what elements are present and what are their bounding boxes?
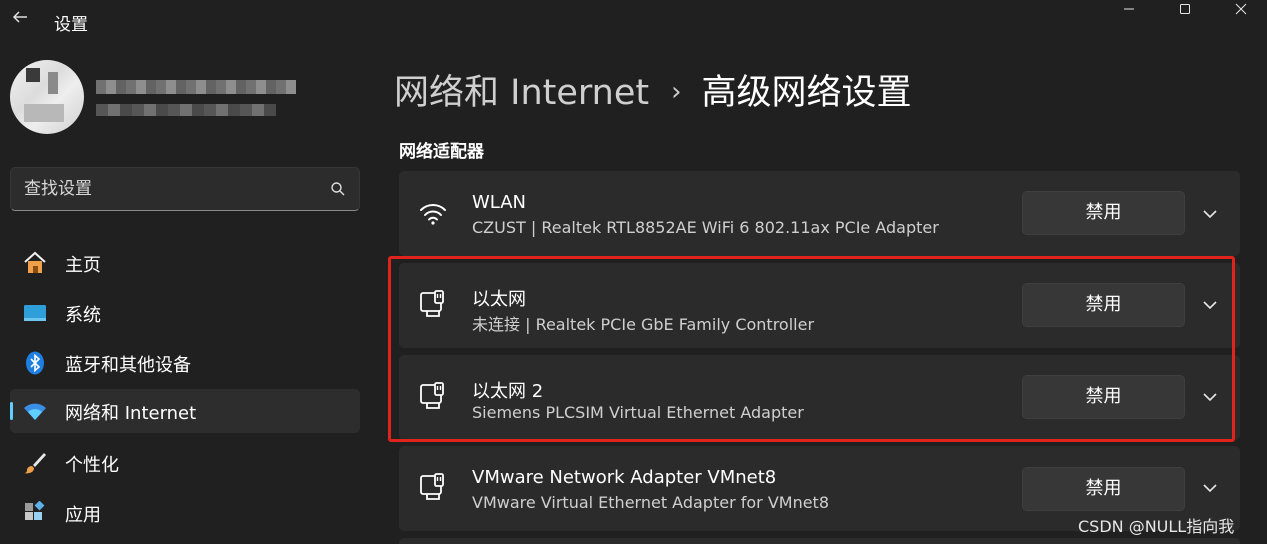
wifi-icon bbox=[24, 403, 46, 420]
sidebar-item-label: 蓝牙和其他设备 bbox=[65, 355, 191, 376]
sidebar-item-bluetooth[interactable]: 蓝牙和其他设备 bbox=[10, 341, 360, 385]
adapter-card-wlan[interactable]: WLAN CZUST | Realtek RTL8852AE WiFi 6 80… bbox=[399, 171, 1240, 256]
apps-icon bbox=[25, 501, 45, 520]
system-display-icon bbox=[24, 305, 46, 321]
breadcrumb: 网络和 Internet › 高级网络设置 bbox=[394, 64, 912, 113]
sidebar-item-system[interactable]: 系统 bbox=[10, 291, 360, 335]
breadcrumb-separator: › bbox=[671, 77, 682, 107]
account-name-redacted bbox=[96, 80, 296, 94]
search-box[interactable] bbox=[10, 167, 360, 211]
disable-button[interactable]: 禁用 bbox=[1022, 467, 1185, 511]
minimize-button[interactable] bbox=[1101, 0, 1157, 20]
sidebar-item-label: 系统 bbox=[65, 305, 101, 326]
breadcrumb-parent[interactable]: 网络和 Internet bbox=[394, 73, 649, 113]
chevron-down-icon[interactable] bbox=[1199, 203, 1221, 225]
adapter-description: VMware Virtual Ethernet Adapter for VMne… bbox=[472, 493, 830, 512]
wifi-icon bbox=[420, 204, 446, 225]
close-icon bbox=[1235, 3, 1247, 15]
chevron-down-icon[interactable] bbox=[1199, 477, 1221, 499]
annotation-highlight-box bbox=[388, 256, 1235, 442]
sidebar-item-apps[interactable]: 应用 bbox=[10, 491, 360, 535]
home-icon bbox=[24, 251, 46, 273]
next-card-edge bbox=[399, 538, 1240, 544]
active-indicator bbox=[10, 402, 13, 420]
sidebar-item-label: 个性化 bbox=[65, 455, 119, 476]
back-button[interactable] bbox=[8, 8, 32, 34]
section-title: 网络适配器 bbox=[399, 142, 484, 162]
title-bar: 设置 bbox=[0, 0, 1267, 44]
search-icon[interactable] bbox=[329, 180, 347, 198]
sidebar-item-home[interactable]: 主页 bbox=[10, 241, 360, 285]
paintbrush-icon bbox=[24, 453, 46, 474]
ethernet-icon bbox=[420, 473, 444, 500]
adapter-name: WLAN bbox=[472, 192, 527, 213]
maximize-icon bbox=[1180, 4, 1190, 14]
adapter-name: VMware Network Adapter VMnet8 bbox=[472, 467, 777, 488]
account-email-redacted bbox=[96, 104, 276, 116]
back-arrow-icon bbox=[12, 11, 27, 23]
sidebar-item-label: 主页 bbox=[65, 255, 101, 276]
page-title: 高级网络设置 bbox=[701, 73, 912, 113]
search-input[interactable] bbox=[24, 177, 314, 201]
bluetooth-icon bbox=[26, 351, 44, 375]
sidebar-item-label: 网络和 Internet bbox=[65, 403, 197, 424]
sidebar-item-network[interactable]: 网络和 Internet bbox=[10, 389, 360, 433]
avatar[interactable] bbox=[10, 60, 84, 134]
sidebar-item-personalization[interactable]: 个性化 bbox=[10, 441, 360, 485]
app-title: 设置 bbox=[54, 15, 88, 35]
minimize-icon bbox=[1124, 8, 1134, 10]
sidebar-item-label: 应用 bbox=[65, 505, 101, 526]
disable-button[interactable]: 禁用 bbox=[1022, 191, 1185, 235]
adapter-description: CZUST | Realtek RTL8852AE WiFi 6 802.11a… bbox=[472, 218, 939, 237]
watermark: CSDN @NULL指向我 bbox=[1078, 517, 1235, 536]
close-button[interactable] bbox=[1213, 0, 1267, 20]
maximize-button[interactable] bbox=[1157, 0, 1213, 20]
